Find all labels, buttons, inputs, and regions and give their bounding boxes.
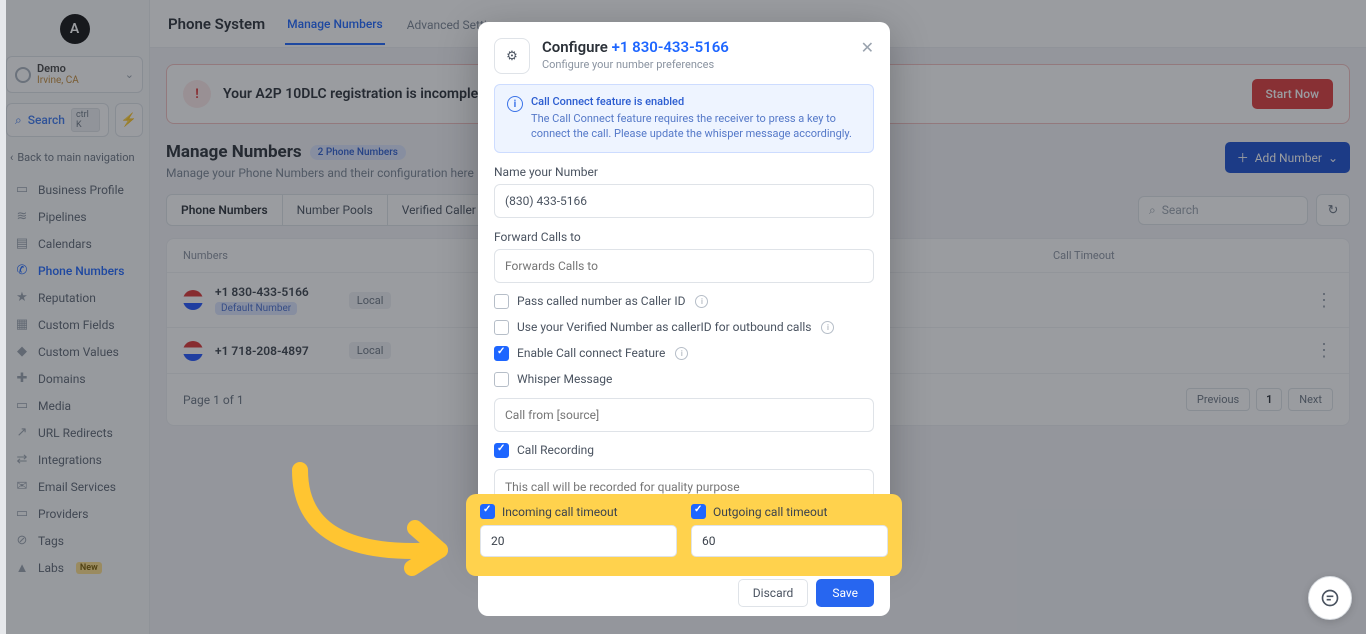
opt-recording[interactable]: Call Recording [494,443,874,458]
opt-verified-caller[interactable]: Use your Verified Number as callerID for… [494,320,874,335]
checkbox-unchecked[interactable] [494,320,509,335]
gear-icon: ⚙ [494,38,530,74]
incoming-timeout-input[interactable] [480,525,677,557]
incoming-timeout-toggle[interactable]: Incoming call timeout [480,504,677,519]
checkbox-checked[interactable] [494,443,509,458]
call-connect-banner: i Call Connect feature is enabled The Ca… [494,84,874,153]
window-edge [0,0,6,634]
timeout-highlight: Incoming call timeout Outgoing call time… [466,494,902,576]
forward-label: Forward Calls to [494,230,874,244]
name-input[interactable] [494,184,874,218]
opt-whisper[interactable]: Whisper Message [494,372,874,387]
checkbox-unchecked[interactable] [494,294,509,309]
discard-button[interactable]: Discard [738,579,809,607]
close-icon[interactable]: ✕ [861,38,874,57]
checkbox-checked[interactable] [494,346,509,361]
modal-subtitle: Configure your number preferences [542,58,729,71]
modal-phone-number: +1 830-433-5166 [612,38,729,56]
modal-title-prefix: Configure [542,38,608,56]
whisper-input[interactable] [494,398,874,432]
configure-number-modal: ⚙ Configure +1 830-433-5166 Configure yo… [478,22,890,553]
banner-title: Call Connect feature is enabled [531,95,861,108]
info-icon[interactable]: i [675,347,688,360]
opt-caller-id[interactable]: Pass called number as Caller ID i [494,294,874,309]
outgoing-timeout-toggle[interactable]: Outgoing call timeout [691,504,888,519]
checkbox-unchecked[interactable] [494,372,509,387]
banner-text: The Call Connect feature requires the re… [531,111,861,142]
info-icon[interactable]: i [821,321,834,334]
save-button[interactable]: Save [816,579,874,607]
info-icon: i [507,96,523,112]
modal-footer: Discard Save [478,570,890,616]
help-fab[interactable] [1308,576,1352,620]
outgoing-timeout-input[interactable] [691,525,888,557]
info-icon[interactable]: i [695,295,708,308]
checkbox-checked[interactable] [480,504,495,519]
opt-call-connect[interactable]: Enable Call connect Feature i [494,346,874,361]
name-label: Name your Number [494,165,874,179]
forward-input[interactable] [494,249,874,283]
checkbox-checked[interactable] [691,504,706,519]
